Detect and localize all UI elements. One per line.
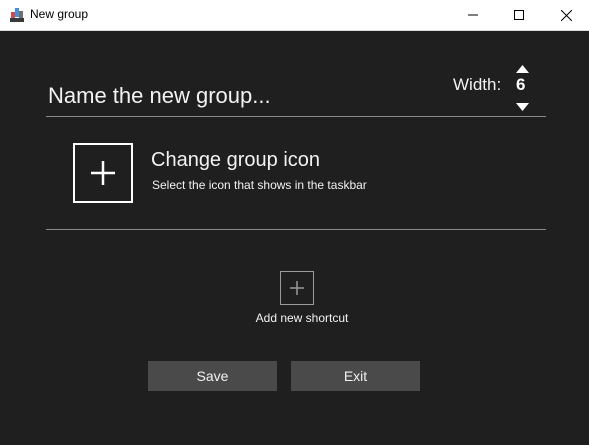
width-label: Width: xyxy=(453,75,502,94)
width-decrease-button[interactable] xyxy=(515,97,530,111)
exit-button[interactable]: Exit xyxy=(291,361,420,391)
triangle-down-icon xyxy=(516,103,529,111)
change-group-icon-button[interactable] xyxy=(73,143,133,203)
maximize-icon xyxy=(514,10,524,20)
width-increase-button[interactable] xyxy=(515,59,530,73)
save-button[interactable]: Save xyxy=(148,361,277,391)
close-button[interactable] xyxy=(543,0,589,30)
add-shortcut-button[interactable] xyxy=(280,271,314,305)
minimize-icon xyxy=(468,14,478,16)
triangle-up-icon xyxy=(516,65,529,73)
add-shortcut-label: Add new shortcut xyxy=(255,311,349,325)
divider xyxy=(46,116,546,117)
group-name-input[interactable] xyxy=(48,79,428,113)
title-bar: New group xyxy=(0,0,589,31)
minimize-button[interactable] xyxy=(450,0,496,30)
window-title: New group xyxy=(30,7,89,21)
plus-icon xyxy=(290,281,304,295)
dialog-body: Width: 6 Change group icon Select the ic… xyxy=(0,31,589,445)
divider xyxy=(46,229,546,230)
plus-icon xyxy=(91,161,115,185)
close-icon xyxy=(560,9,572,21)
maximize-button[interactable] xyxy=(496,0,542,30)
change-group-icon-title[interactable]: Change group icon xyxy=(151,149,320,172)
change-group-icon-subtitle: Select the icon that shows in the taskba… xyxy=(152,178,367,192)
app-icon xyxy=(9,7,25,23)
width-value: 6 xyxy=(516,75,526,94)
